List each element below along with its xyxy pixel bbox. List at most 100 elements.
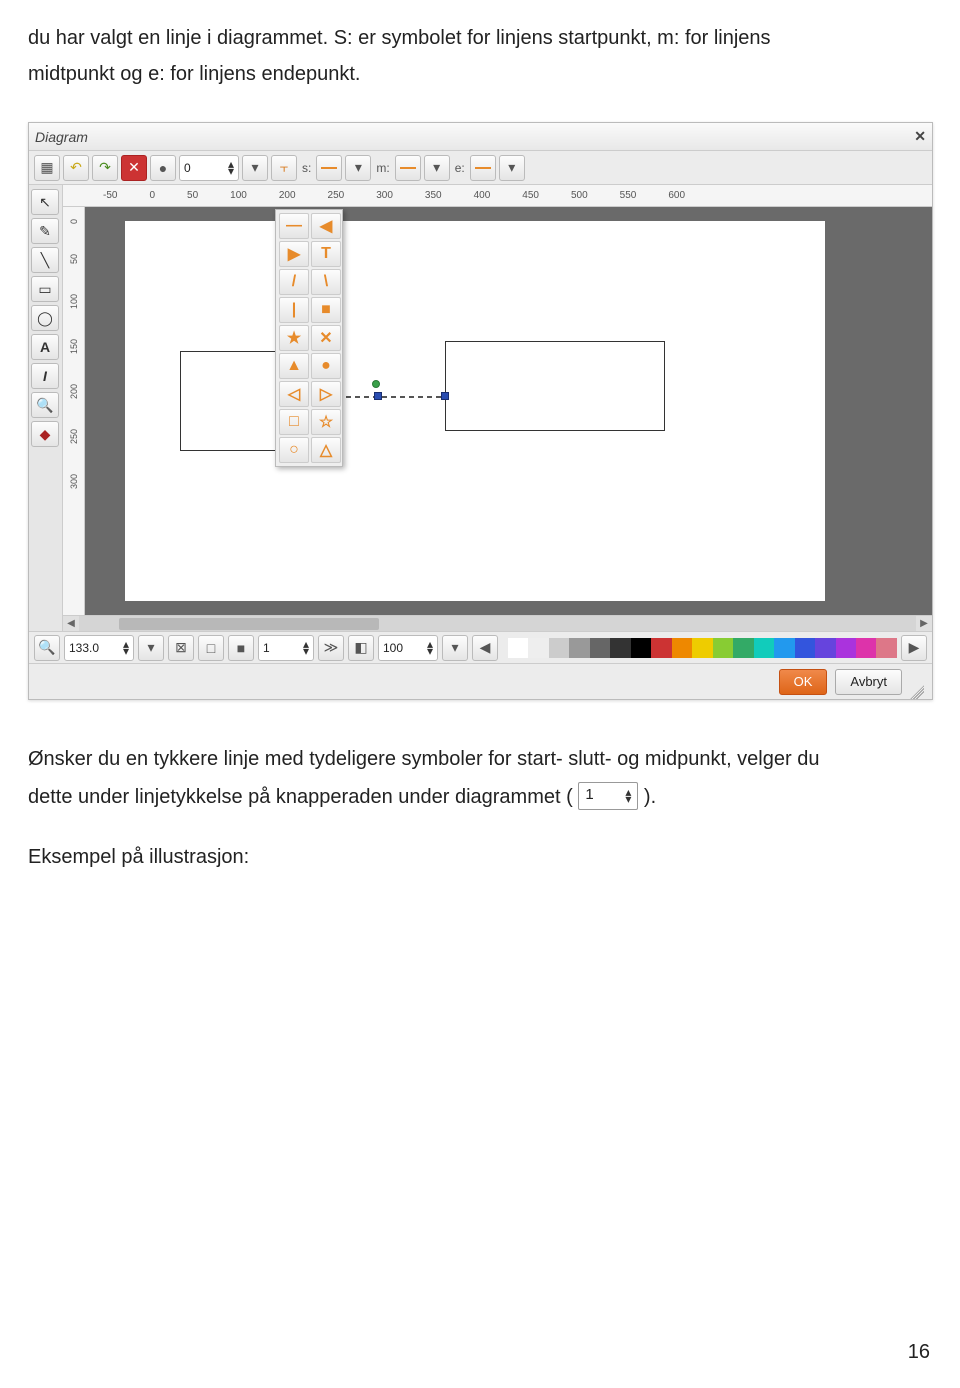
end-dd-arrow[interactable]: ▾ bbox=[499, 155, 525, 181]
ok-button[interactable]: OK bbox=[779, 669, 828, 695]
line-tool[interactable]: ╲ bbox=[31, 247, 59, 273]
undo-button[interactable]: ↶ bbox=[63, 155, 89, 181]
symbol-option[interactable]: ■ bbox=[311, 297, 341, 323]
opacity-dd-button[interactable]: ▾ bbox=[442, 635, 468, 661]
dot-button[interactable]: ● bbox=[150, 155, 176, 181]
handle-end[interactable] bbox=[441, 392, 449, 400]
canvas-scrollview[interactable]: —◀▶T/\|■★✕▲●◁▷□☆○△ bbox=[85, 207, 932, 615]
grid-button[interactable]: ▦ bbox=[34, 155, 60, 181]
stroke-fill-button[interactable]: ■ bbox=[228, 635, 254, 661]
symbol-option[interactable]: ◁ bbox=[279, 381, 309, 407]
zoom-icon[interactable]: 🔍 bbox=[34, 635, 60, 661]
color-swatch[interactable] bbox=[508, 638, 528, 658]
resize-grip-icon[interactable] bbox=[910, 685, 924, 699]
symbol-option[interactable]: ▷ bbox=[311, 381, 341, 407]
color-swatch[interactable] bbox=[876, 638, 896, 658]
symbol-option[interactable]: ▲ bbox=[279, 353, 309, 379]
numeric-spinner[interactable]: 0 ▴▾ bbox=[179, 155, 239, 181]
color-swatch[interactable] bbox=[836, 638, 856, 658]
zoom-spinner[interactable]: 133.0 ▴▾ bbox=[64, 635, 134, 661]
symbol-option[interactable]: T bbox=[311, 241, 341, 267]
diamond-tool[interactable]: ◆ bbox=[31, 421, 59, 447]
symbol-option[interactable]: ★ bbox=[279, 325, 309, 351]
delete-button[interactable]: ✕ bbox=[121, 155, 147, 181]
titlebar: Diagram ✕ bbox=[29, 123, 932, 151]
stroke-width-spinner[interactable]: 1 ▴▾ bbox=[258, 635, 314, 661]
scroll-left-icon[interactable]: ◀ bbox=[63, 616, 79, 631]
color-swatch[interactable] bbox=[528, 638, 548, 658]
symbol-option[interactable]: ▶ bbox=[279, 241, 309, 267]
cancel-button[interactable]: Avbryt bbox=[835, 669, 902, 695]
redo-button[interactable]: ↷ bbox=[92, 155, 118, 181]
pen-tool[interactable]: ✎ bbox=[31, 218, 59, 244]
symbol-option[interactable]: ◀ bbox=[311, 213, 341, 239]
symbol-option[interactable]: \ bbox=[311, 269, 341, 295]
start-symbol-dropdown[interactable] bbox=[316, 155, 342, 181]
text-i-tool[interactable]: I bbox=[31, 363, 59, 389]
toggle-b-button[interactable]: ⊠ bbox=[168, 635, 194, 661]
color-swatch[interactable] bbox=[610, 638, 630, 658]
symbol-option[interactable]: — bbox=[279, 213, 309, 239]
zoom-tool[interactable]: 🔍 bbox=[31, 392, 59, 418]
vruler-tick: 0 bbox=[69, 219, 79, 224]
symbol-option[interactable]: △ bbox=[311, 437, 341, 463]
window-title: Diagram bbox=[35, 129, 88, 145]
symbol-option[interactable]: □ bbox=[279, 409, 309, 435]
color-swatch[interactable] bbox=[590, 638, 610, 658]
shape-rect-2[interactable] bbox=[445, 341, 665, 431]
label-e: e: bbox=[453, 161, 467, 175]
color-swatch[interactable] bbox=[815, 638, 835, 658]
horizontal-ruler: -50050100200250300350400450500550600 bbox=[63, 185, 932, 207]
scroll-right-icon[interactable]: ▶ bbox=[916, 616, 932, 631]
color-scroll-right[interactable]: ▶ bbox=[901, 635, 927, 661]
color-swatch[interactable] bbox=[651, 638, 671, 658]
ellipse-tool[interactable]: ◯ bbox=[31, 305, 59, 331]
color-swatch[interactable] bbox=[754, 638, 774, 658]
toggle-a-button[interactable]: ▾ bbox=[138, 635, 164, 661]
start-dd-arrow[interactable]: ▾ bbox=[345, 155, 371, 181]
linestyle-button[interactable]: ≫ bbox=[318, 635, 344, 661]
opacity-spinner[interactable]: 100 ▴▾ bbox=[378, 635, 438, 661]
inline-widget-arrows-icon: ▴▾ bbox=[625, 789, 631, 803]
symbol-option[interactable]: | bbox=[279, 297, 309, 323]
symbol-option[interactable]: ● bbox=[311, 353, 341, 379]
pointer-tool[interactable]: ↖ bbox=[31, 189, 59, 215]
color-swatch[interactable] bbox=[856, 638, 876, 658]
color-scroll-left[interactable]: ◀ bbox=[472, 635, 498, 661]
symbol-option[interactable]: / bbox=[279, 269, 309, 295]
hruler-tick: 250 bbox=[328, 190, 345, 201]
color-swatch[interactable] bbox=[795, 638, 815, 658]
rotate-handle[interactable] bbox=[372, 380, 380, 388]
vertical-ruler: 050100150200250300 bbox=[63, 207, 85, 615]
scroll-thumb[interactable] bbox=[119, 618, 379, 630]
symbol-option[interactable]: ○ bbox=[279, 437, 309, 463]
label-s: s: bbox=[300, 161, 313, 175]
stroke-empty-button[interactable]: □ bbox=[198, 635, 224, 661]
color-swatch[interactable] bbox=[569, 638, 589, 658]
color-swatch[interactable] bbox=[672, 638, 692, 658]
hruler-tick: 400 bbox=[474, 190, 491, 201]
inline-widget-value: 1 bbox=[585, 781, 593, 810]
horizontal-scrollbar[interactable]: ◀ ▶ bbox=[63, 615, 932, 631]
canvas-paper[interactable] bbox=[125, 221, 825, 601]
mid-dd-arrow[interactable]: ▾ bbox=[424, 155, 450, 181]
post-example-label: Eksempel på illustrasjon: bbox=[28, 838, 932, 876]
opacity-icon-button[interactable]: ◧ bbox=[348, 635, 374, 661]
end-symbol-dropdown[interactable] bbox=[470, 155, 496, 181]
symbol-option[interactable]: ☆ bbox=[311, 409, 341, 435]
dropdown-arrow-button[interactable]: ▾ bbox=[242, 155, 268, 181]
mid-symbol-dropdown[interactable] bbox=[395, 155, 421, 181]
color-swatch[interactable] bbox=[733, 638, 753, 658]
color-swatch[interactable] bbox=[692, 638, 712, 658]
text-a-tool[interactable]: A bbox=[31, 334, 59, 360]
handle-mid[interactable] bbox=[374, 392, 382, 400]
color-swatch[interactable] bbox=[549, 638, 569, 658]
color-swatch[interactable] bbox=[774, 638, 794, 658]
close-icon[interactable]: ✕ bbox=[914, 128, 926, 145]
hruler-tick: 200 bbox=[279, 190, 296, 201]
align-button[interactable]: ⫟ bbox=[271, 155, 297, 181]
rect-tool[interactable]: ▭ bbox=[31, 276, 59, 302]
symbol-option[interactable]: ✕ bbox=[311, 325, 341, 351]
color-swatch[interactable] bbox=[631, 638, 651, 658]
color-swatch[interactable] bbox=[713, 638, 733, 658]
